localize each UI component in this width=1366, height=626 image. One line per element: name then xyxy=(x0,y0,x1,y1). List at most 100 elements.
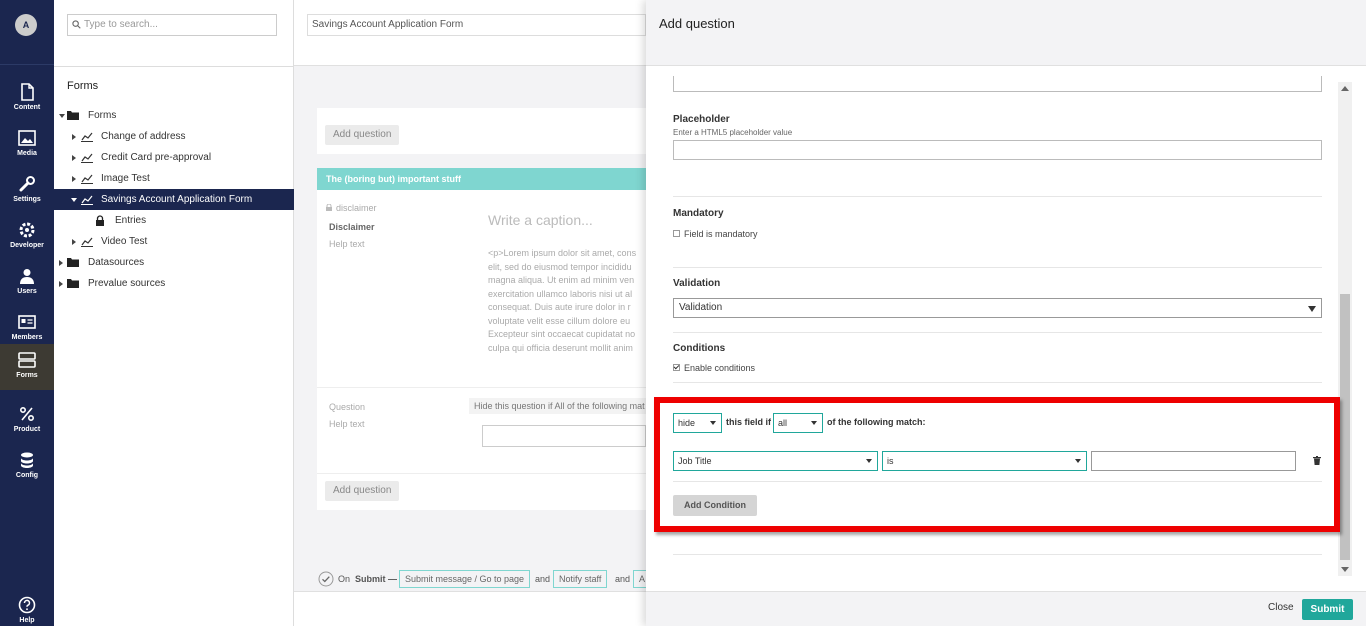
caret-right-icon[interactable] xyxy=(72,239,76,245)
field-divider xyxy=(673,332,1322,333)
avatar[interactable]: A xyxy=(15,14,37,36)
text-line: culpa qui officia deserunt mollit anim xyxy=(488,342,633,353)
previous-field-input[interactable] xyxy=(673,76,1322,92)
enable-conditions-label: Enable conditions xyxy=(684,363,756,373)
workflow-chip-submit-message[interactable]: Submit message / Go to page xyxy=(399,570,531,588)
tree-divider xyxy=(54,66,294,67)
tree-node-image-test[interactable]: Image Test xyxy=(54,168,294,189)
scrollbar-thumb[interactable] xyxy=(1340,294,1350,560)
nav-config[interactable]: Config xyxy=(0,444,54,490)
condition-value-input[interactable] xyxy=(1091,451,1296,471)
database-icon xyxy=(21,452,33,468)
submit-label: Submit — xyxy=(355,574,397,584)
tree-panel: Type to search... Forms Forms Change of … xyxy=(54,0,294,626)
this-field-if-text: this field if xyxy=(726,417,771,427)
condition-logic-value: all xyxy=(778,418,788,428)
tree-node-forms[interactable]: Forms xyxy=(54,105,294,126)
checkbox-checked-icon[interactable] xyxy=(673,364,680,372)
nav-media-label: Media xyxy=(17,150,37,157)
nav-help[interactable]: Help xyxy=(0,589,54,626)
help-icon xyxy=(18,596,36,614)
question-input[interactable] xyxy=(482,425,646,447)
condition-logic-select[interactable]: all xyxy=(773,413,823,433)
mandatory-checkbox[interactable]: Field is mandatory xyxy=(673,229,758,239)
caret-down-icon xyxy=(1308,306,1316,312)
trash-icon[interactable] xyxy=(1313,456,1321,465)
help-text[interactable]: Help text xyxy=(329,239,365,249)
validation-select[interactable]: Validation xyxy=(673,298,1322,318)
condition-operator-select[interactable]: is xyxy=(882,451,1087,471)
tree-node-video-test[interactable]: Video Test xyxy=(54,231,294,252)
tree-node-label: Credit Card pre-approval xyxy=(101,152,212,163)
dialog-scrollbar[interactable] xyxy=(1338,82,1352,576)
tree-node-label: Change of address xyxy=(101,131,186,142)
add-question-button[interactable]: Add question xyxy=(325,125,400,145)
form-name-input[interactable]: Savings Account Application Form xyxy=(307,14,646,36)
submit-workflow-bar: On Submit — Submit message / Go to page … xyxy=(294,562,652,592)
text-line: voluptate velit esse cillum dolore eu xyxy=(488,315,631,326)
add-question-button[interactable]: Add question xyxy=(325,481,400,501)
nav-media[interactable]: Media xyxy=(0,122,54,168)
field-alias: disclaimer xyxy=(336,203,377,213)
nav-content[interactable]: Content xyxy=(0,76,54,122)
search-input[interactable]: Type to search... xyxy=(67,14,277,36)
submit-button[interactable]: Submit xyxy=(1302,599,1353,620)
condition-field-value: Job Title xyxy=(678,456,712,466)
id-card-icon xyxy=(18,315,36,329)
mandatory-checkbox-label: Field is mandatory xyxy=(684,229,758,239)
workflow-chip-notify-staff[interactable]: Notify staff xyxy=(553,570,608,588)
nav-settings[interactable]: Settings xyxy=(0,168,54,214)
tree-node-entries[interactable]: Entries xyxy=(54,210,294,231)
tree-node-prevalue-sources[interactable]: Prevalue sources xyxy=(54,273,294,294)
search-placeholder: Type to search... xyxy=(84,19,158,30)
caret-right-icon[interactable] xyxy=(72,176,76,182)
form-chart-icon xyxy=(81,174,93,184)
caret-down-icon xyxy=(866,459,872,463)
nav-product-label: Product xyxy=(13,426,41,433)
close-button[interactable]: Close xyxy=(1268,602,1294,613)
form-chart-icon xyxy=(81,153,93,163)
gear-icon xyxy=(19,222,35,238)
tree-node-savings-account[interactable]: Savings Account Application Form xyxy=(54,189,294,210)
scroll-down-icon[interactable] xyxy=(1341,567,1349,572)
checkbox-icon[interactable] xyxy=(673,230,680,238)
nav-users[interactable]: Users xyxy=(0,260,54,306)
folder-icon xyxy=(67,279,79,288)
caret-down-icon[interactable] xyxy=(71,198,77,202)
caption-placeholder[interactable]: Write a caption... xyxy=(488,212,593,228)
nav-developer[interactable]: Developer xyxy=(0,214,54,260)
section-title[interactable]: The (boring but) important stuff xyxy=(317,168,646,190)
caret-down-icon xyxy=(710,421,716,425)
condition-action-select[interactable]: hide xyxy=(673,413,722,433)
field-label[interactable]: Disclaimer xyxy=(329,222,375,232)
scroll-up-icon[interactable] xyxy=(1341,86,1349,91)
caret-right-icon[interactable] xyxy=(72,134,76,140)
caret-right-icon[interactable] xyxy=(59,281,63,287)
question-help-text[interactable]: Help text xyxy=(329,419,365,429)
condition-field-select[interactable]: Job Title xyxy=(673,451,878,471)
placeholder-input[interactable] xyxy=(673,140,1322,160)
nav-product[interactable]: Product xyxy=(0,398,54,444)
nav-forms[interactable]: Forms xyxy=(0,344,54,390)
question-label[interactable]: Question xyxy=(329,402,365,412)
tree-node-credit-card[interactable]: Credit Card pre-approval xyxy=(54,147,294,168)
dialog-title: Add question xyxy=(659,16,735,31)
lock-icon xyxy=(326,204,332,211)
disclaimer-text[interactable]: <p>Lorem ipsum dolor sit amet, cons elit… xyxy=(488,247,646,355)
caret-right-icon[interactable] xyxy=(72,155,76,161)
add-condition-button[interactable]: Add Condition xyxy=(673,495,757,516)
text-line: Excepteur sint occaecat cupidatat no xyxy=(488,329,636,339)
caret-right-icon[interactable] xyxy=(59,260,63,266)
nav-forms-label: Forms xyxy=(16,372,38,379)
search-icon xyxy=(72,20,81,29)
form-chart-icon xyxy=(81,237,93,247)
tree-node-datasources[interactable]: Datasources xyxy=(54,252,294,273)
enable-conditions-checkbox[interactable]: Enable conditions xyxy=(673,363,755,373)
tree-node-change-of-address[interactable]: Change of address xyxy=(54,126,294,147)
tree-node-label: Video Test xyxy=(101,236,148,247)
lock-icon xyxy=(96,215,104,226)
dialog-header: Add question xyxy=(646,0,1366,66)
caret-down-icon xyxy=(1075,459,1081,463)
nav-users-label: Users xyxy=(17,288,37,295)
caret-down-icon[interactable] xyxy=(59,114,65,118)
